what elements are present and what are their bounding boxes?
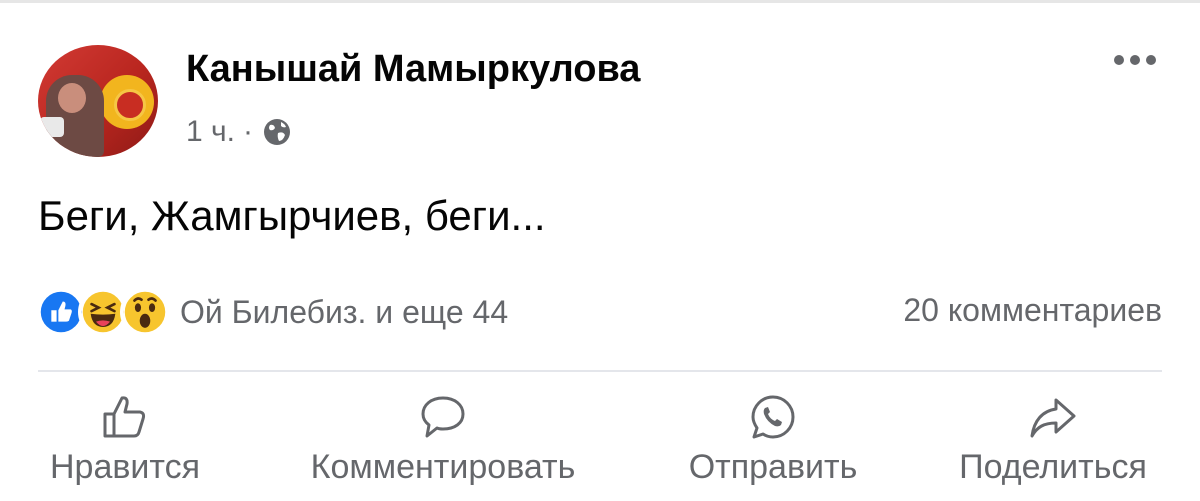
wow-icon: [120, 287, 170, 337]
post-meta: 1 ч. ·: [186, 112, 293, 152]
globe-icon[interactable]: [261, 116, 293, 148]
author-name[interactable]: Канышай Мамыркулова: [186, 48, 640, 91]
more-dot: [1114, 55, 1124, 65]
reactions-bar[interactable]: Ой Билебиз. и еще 44: [36, 287, 508, 337]
like-button[interactable]: Нравится: [30, 392, 220, 487]
post-time[interactable]: 1 ч.: [186, 115, 235, 149]
comments-count[interactable]: 20 комментариев: [903, 292, 1162, 329]
comment-icon: [421, 396, 465, 438]
reactions-summary[interactable]: Ой Билебиз. и еще 44: [180, 294, 508, 331]
meta-separator: ·: [242, 115, 253, 148]
more-dot: [1146, 55, 1156, 65]
avatar-flag-sun: [100, 75, 154, 129]
share-button[interactable]: Поделиться: [936, 392, 1170, 487]
actions-divider: [38, 370, 1162, 372]
avatar[interactable]: [38, 45, 158, 157]
comment-label: Комментировать: [310, 448, 576, 486]
send-button[interactable]: Отправить: [668, 392, 878, 487]
share-label: Поделиться: [959, 448, 1147, 486]
avatar-megaphone: [40, 117, 64, 137]
more-dot: [1130, 55, 1140, 65]
comment-button[interactable]: Комментировать: [276, 392, 610, 487]
send-label: Отправить: [688, 448, 858, 486]
like-label: Нравится: [49, 448, 201, 486]
more-options-icon[interactable]: [1114, 55, 1156, 65]
post-text: Беги, Жамгырчиев, беги...: [38, 192, 546, 239]
top-divider: [0, 0, 1200, 3]
thumbs-up-icon: [103, 396, 146, 438]
avatar-face: [58, 83, 86, 113]
whatsapp-icon: [751, 395, 795, 439]
share-icon: [1030, 398, 1076, 438]
